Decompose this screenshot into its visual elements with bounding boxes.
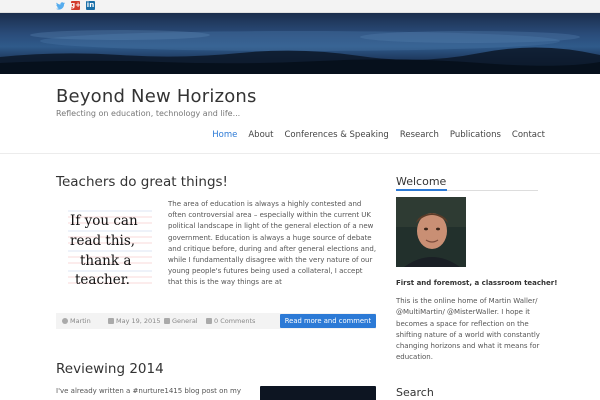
header-banner-image — [0, 13, 600, 74]
nav-home[interactable]: Home — [212, 130, 237, 140]
category-text: General — [172, 317, 198, 325]
top-social-bar: g+ in — [0, 0, 600, 13]
post-featured-image[interactable]: If you can read this, thank a teacher. — [56, 199, 160, 291]
social-links: g+ in — [56, 1, 95, 10]
comments-text: 0 Comments — [214, 317, 256, 325]
read-more-button[interactable]: Read more and comment — [279, 314, 376, 328]
image-text-line-2: read this, — [70, 233, 136, 249]
post-title[interactable]: Teachers do great things! — [56, 174, 228, 190]
post2-title[interactable]: Reviewing 2014 — [56, 361, 164, 377]
nav-research[interactable]: Research — [400, 130, 439, 140]
site-tagline: Reflecting on education, technology and … — [56, 109, 241, 118]
post-author[interactable]: Martin — [62, 317, 91, 325]
post-date[interactable]: May 19, 2015 — [108, 317, 160, 325]
post2-excerpt: I've already written a #nurture1415 blog… — [56, 387, 242, 395]
welcome-widget-divider — [396, 189, 538, 191]
author-portrait — [396, 197, 466, 267]
welcome-text: This is the online home of Martin Waller… — [396, 297, 540, 362]
nav-publications[interactable]: Publications — [450, 130, 501, 140]
calendar-icon — [108, 318, 114, 324]
post-category[interactable]: General — [164, 317, 198, 325]
search-widget-title: Search — [396, 386, 434, 399]
post-excerpt: The area of education is always a highly… — [168, 200, 377, 287]
nav-about[interactable]: About — [248, 130, 273, 140]
image-text-line-4: teacher. — [75, 272, 130, 288]
twitter-icon[interactable] — [56, 1, 65, 10]
user-icon — [62, 318, 68, 324]
image-text-line-1: If you can — [70, 213, 138, 229]
linkedin-icon[interactable]: in — [86, 1, 95, 10]
author-name: Martin — [70, 317, 91, 325]
nav-contact[interactable]: Contact — [512, 130, 545, 140]
post-meta-bar: Martin May 19, 2015 General 0 Comments R… — [56, 313, 376, 329]
image-text-line-3: thank a — [80, 253, 132, 269]
header-divider — [0, 153, 600, 154]
site-title[interactable]: Beyond New Horizons — [56, 86, 257, 107]
welcome-widget-title: Welcome — [396, 175, 447, 188]
google-plus-icon[interactable]: g+ — [70, 1, 81, 10]
comment-icon — [206, 318, 212, 324]
folder-icon — [164, 318, 170, 324]
nav-conferences-speaking[interactable]: Conferences & Speaking — [285, 130, 389, 140]
main-navigation: Home About Conferences & Speaking Resear… — [212, 130, 545, 140]
date-text: May 19, 2015 — [116, 317, 161, 325]
post2-featured-image[interactable] — [260, 386, 376, 400]
welcome-heading: First and foremost, a classroom teacher! — [396, 279, 558, 287]
post-comments[interactable]: 0 Comments — [206, 317, 255, 325]
